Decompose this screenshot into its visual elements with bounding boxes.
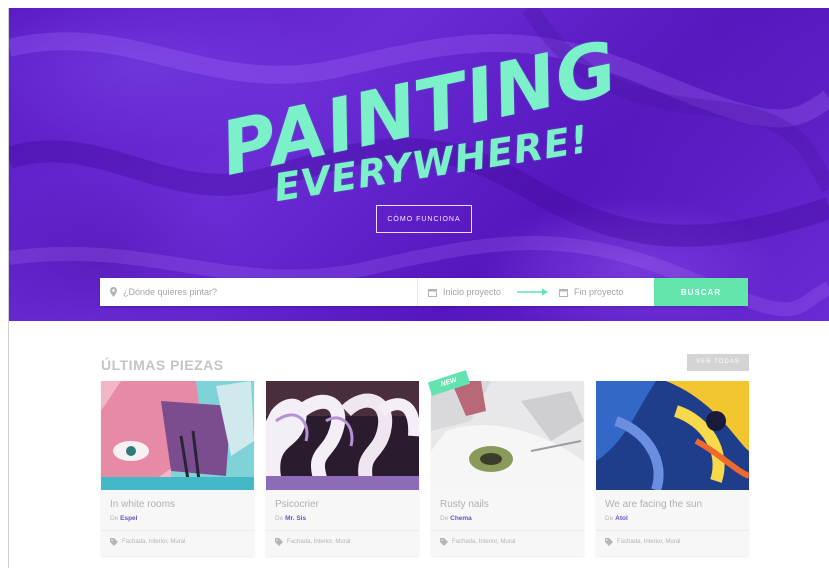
calendar-icon [559,288,568,297]
piece-card[interactable]: Rusty nails De Chema Fachada, Interior, … [431,381,584,556]
start-date-field[interactable]: Inicio proyecto [418,278,513,306]
end-date-field[interactable]: Fin proyecto [553,278,654,306]
artist-link[interactable]: Mr. Sis [285,515,306,522]
piece-image[interactable] [101,381,254,490]
where-placeholder: ¿Dónde quieres pintar? [123,287,218,297]
piece-artist: De Espel [110,515,138,522]
card-divider [266,530,419,531]
arrow-right-icon [517,288,548,296]
piece-name: We are facing the sun [605,499,703,510]
tag-icon [605,538,613,546]
where-field[interactable]: ¿Dónde quieres pintar? [100,278,418,306]
calendar-icon [428,288,437,297]
search-button[interactable]: BUSCAR [654,278,748,306]
latest-pieces-heading: ÚLTIMAS PIEZAS [101,357,224,373]
piece-tags: Fachada, Interior, Mural [110,538,185,546]
piece-name: In white rooms [110,499,176,510]
piece-artist: De Atol [605,515,628,522]
artist-link[interactable]: Chema [450,515,472,522]
piece-tags: Fachada, Interior, Mural [275,538,350,546]
piece-tags-text: Fachada, Interior, Mural [122,539,186,545]
see-all-button[interactable]: VER TODAS [687,354,749,371]
page-frame: PAINTING EVERYWHERE! CÓMO FUNCIONA ¿Dónd… [8,8,829,568]
piece-name: Rusty nails [440,499,489,510]
piece-tags-text: Fachada, Interior, Mural [287,539,351,545]
piece-tags-text: Fachada, Interior, Mural [452,539,516,545]
date-range-arrow [513,278,553,306]
piece-image[interactable] [266,381,419,490]
search-bar: ¿Dónde quieres pintar? Inicio proyecto F… [100,278,748,306]
tag-icon [110,538,118,546]
location-pin-icon [110,287,117,297]
how-it-works-button[interactable]: CÓMO FUNCIONA [376,205,472,233]
card-divider [101,530,254,531]
piece-artist: De Mr. Sis [275,515,307,522]
piece-name: Psicocrier [275,499,319,510]
piece-tags: Fachada, Interior, Mural [440,538,515,546]
piece-tags: Fachada, Interior, Mural [605,538,680,546]
artist-link[interactable]: Espel [120,515,137,522]
piece-image[interactable] [431,381,584,490]
piece-artist: De Chema [440,515,472,522]
start-date-placeholder: Inicio proyecto [443,287,502,297]
tag-icon [440,538,448,546]
card-divider [596,530,749,531]
piece-card[interactable]: We are facing the sun De Atol Fachada, I… [596,381,749,556]
piece-image[interactable] [596,381,749,490]
card-divider [431,530,584,531]
piece-card[interactable]: Psicocrier De Mr. Sis Fachada, Interior,… [266,381,419,556]
hero-banner: PAINTING EVERYWHERE! CÓMO FUNCIONA ¿Dónd… [9,8,829,321]
end-date-placeholder: Fin proyecto [574,287,624,297]
tag-icon [275,538,283,546]
piece-tags-text: Fachada, Interior, Mural [617,539,681,545]
artist-link[interactable]: Atol [615,515,628,522]
piece-card[interactable]: In white rooms De Espel Fachada, Interio… [101,381,254,556]
